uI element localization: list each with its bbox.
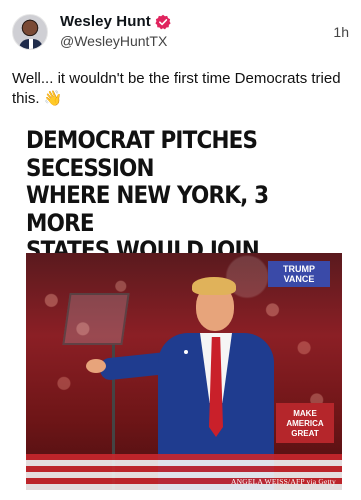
article-card[interactable]: Democrat pitches secession where New Yor… (26, 127, 342, 490)
speaker-hand (86, 359, 106, 373)
post-header: Wesley Hunt @WesleyHuntTX 1h (12, 12, 349, 56)
article-photo[interactable]: TRUMP VANCE MAKE AMERICA GREAT ANGELA WE… (26, 253, 342, 490)
post-text: Well... it wouldn't be the first time De… (12, 70, 341, 107)
lapel-pin (184, 350, 188, 354)
verified-badge-icon (155, 14, 171, 30)
speaker-hair (192, 277, 236, 295)
teleprompter (62, 293, 130, 345)
author-row: Wesley Hunt (60, 13, 171, 30)
author-name[interactable]: Wesley Hunt (60, 13, 151, 30)
author-handle[interactable]: @WesleyHuntTX (60, 33, 167, 49)
photo-credit: ANGELA WEISS/AFP via Getty (231, 477, 336, 486)
avatar[interactable] (12, 14, 48, 50)
post-time[interactable]: 1h (333, 24, 349, 40)
